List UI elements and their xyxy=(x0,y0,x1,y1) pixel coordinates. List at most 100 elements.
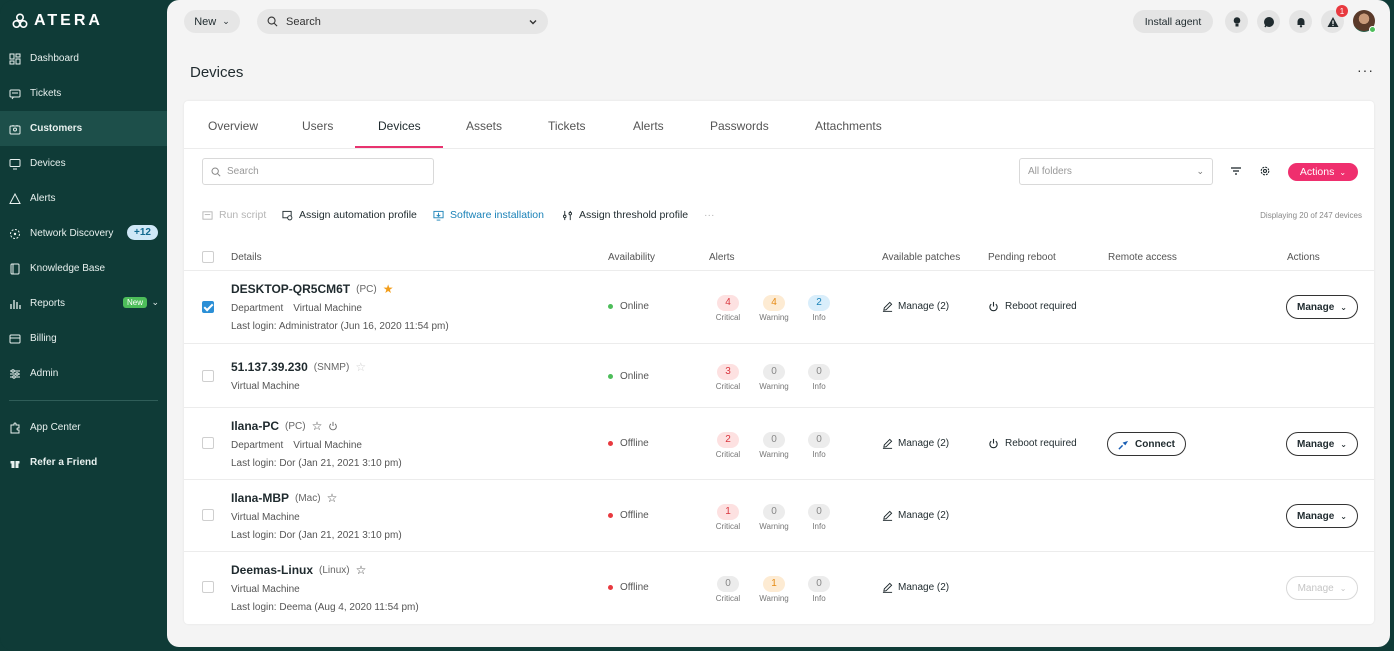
manage-button[interactable]: Manage ⌄ xyxy=(1286,576,1358,600)
assign-threshold-profile-button[interactable]: Assign threshold profile xyxy=(562,209,688,221)
page-more-options-icon[interactable]: ··· xyxy=(1357,62,1374,78)
sliders-icon xyxy=(10,368,20,379)
column-header-alerts[interactable]: Alerts xyxy=(709,252,735,263)
chat-button[interactable] xyxy=(1257,10,1280,33)
sidebar-item-tickets[interactable]: Tickets xyxy=(0,76,167,111)
critical-count: 0 xyxy=(717,576,739,592)
star-filled-icon[interactable]: ★ xyxy=(383,282,394,296)
device-search-input[interactable]: Search xyxy=(202,158,434,185)
connect-button[interactable]: Connect xyxy=(1107,432,1186,456)
availability-text: Online xyxy=(620,371,649,382)
table-row[interactable]: Ilana-PC (PC) ☆ Department Virtual Machin… xyxy=(184,408,1374,480)
column-header-remote-access[interactable]: Remote access xyxy=(1108,252,1177,263)
lightbulb-button[interactable] xyxy=(1225,10,1248,33)
pencil-icon xyxy=(882,301,893,312)
star-outline-icon[interactable]: ☆ xyxy=(355,360,366,374)
alert-counts[interactable]: 3 Critical 0 Warning 0 Info xyxy=(708,361,838,397)
table-row[interactable]: Deemas-Linux (Linux) ☆ Virtual Machine L… xyxy=(184,552,1374,624)
manage-button-label: Manage xyxy=(1297,301,1335,313)
tab-attachments[interactable]: Attachments xyxy=(815,119,882,133)
tab-assets[interactable]: Assets xyxy=(466,119,502,133)
alerts-button[interactable]: 1 xyxy=(1321,5,1348,33)
star-outline-icon[interactable]: ☆ xyxy=(356,563,367,577)
tab-devices[interactable]: Devices xyxy=(378,119,421,133)
alert-counts[interactable]: 2 Critical 0 Warning 0 Info xyxy=(708,429,838,465)
alert-counts[interactable]: 4 Critical 4 Warning 2 Info xyxy=(708,292,838,328)
user-avatar[interactable] xyxy=(1353,10,1376,33)
new-button[interactable]: New ⌄ xyxy=(184,10,240,33)
device-name[interactable]: DESKTOP-QR5CM6T (PC) ★ xyxy=(231,282,393,296)
install-agent-button[interactable]: Install agent xyxy=(1133,10,1213,33)
sidebar-item-label: Admin xyxy=(30,368,59,379)
star-outline-icon[interactable]: ☆ xyxy=(312,419,323,433)
filter-icon[interactable] xyxy=(1230,165,1242,177)
info-label: Info xyxy=(812,450,826,459)
run-script-button[interactable]: Run script xyxy=(202,209,266,221)
device-name[interactable]: Ilana-PC (PC) ☆ xyxy=(231,419,338,433)
puzzle-icon xyxy=(10,422,20,433)
device-tags: Department Virtual Machine xyxy=(231,440,372,451)
manage-patches-link[interactable]: Manage (2) xyxy=(882,510,949,521)
device-name[interactable]: Deemas-Linux (Linux) ☆ xyxy=(231,563,366,577)
notifications-button[interactable] xyxy=(1289,10,1312,33)
column-header-details[interactable]: Details xyxy=(231,252,262,263)
manage-button[interactable]: Manage ⌄ xyxy=(1286,504,1358,528)
tab-overview[interactable]: Overview xyxy=(208,119,258,133)
sidebar-item-knowledge-base[interactable]: Knowledge Base xyxy=(0,251,167,286)
tab-passwords[interactable]: Passwords xyxy=(710,119,769,133)
tab-tickets[interactable]: Tickets xyxy=(548,119,586,133)
manage-button[interactable]: Manage ⌄ xyxy=(1286,295,1358,319)
select-all-checkbox[interactable] xyxy=(202,251,214,263)
assign-automation-profile-button[interactable]: Assign automation profile xyxy=(282,209,417,221)
table-row[interactable]: DESKTOP-QR5CM6T (PC) ★ Department Virtual… xyxy=(184,271,1374,344)
manage-patches-link[interactable]: Manage (2) xyxy=(882,301,949,312)
row-checkbox[interactable] xyxy=(202,509,214,521)
row-checkbox[interactable] xyxy=(202,370,214,382)
sidebar-item-admin[interactable]: Admin xyxy=(0,356,167,391)
device-tag: Virtual Machine xyxy=(293,440,362,451)
sidebar-item-refer-a-friend[interactable]: Refer a Friend xyxy=(0,445,167,480)
manage-patches-link[interactable]: Manage (2) xyxy=(882,438,949,449)
pencil-icon xyxy=(882,438,893,449)
sidebar-item-reports[interactable]: Reports New ⌄ xyxy=(0,286,167,321)
row-checkbox[interactable] xyxy=(202,581,214,593)
warning-count: 0 xyxy=(763,364,785,380)
gear-icon[interactable] xyxy=(1259,165,1271,177)
actions-button[interactable]: Actions ⌄ xyxy=(1288,163,1358,181)
column-header-pending-reboot[interactable]: Pending reboot xyxy=(988,252,1056,263)
device-name[interactable]: Ilana-MBP (Mac) ☆ xyxy=(231,491,337,505)
column-header-patches[interactable]: Available patches xyxy=(882,252,960,263)
chat-icon xyxy=(1263,16,1274,27)
table-row[interactable]: Ilana-MBP (Mac) ☆ Virtual Machine Last l… xyxy=(184,480,1374,552)
sidebar-item-network-discovery[interactable]: Network Discovery +12 xyxy=(0,216,167,251)
sidebar-item-alerts[interactable]: Alerts xyxy=(0,181,167,216)
row-checkbox[interactable] xyxy=(202,437,214,449)
software-installation-button[interactable]: Software installation xyxy=(433,209,544,221)
chevron-down-icon[interactable]: ⌄ xyxy=(151,297,159,308)
sidebar-item-customers[interactable]: Customers xyxy=(0,111,167,146)
dashboard-icon xyxy=(9,53,21,64)
alert-counts[interactable]: 1 Critical 0 Warning 0 Info xyxy=(708,501,838,537)
reboot-required[interactable]: Reboot required xyxy=(988,438,1077,449)
device-name[interactable]: 51.137.39.230 (SNMP) ☆ xyxy=(231,360,366,374)
folders-select[interactable]: All folders ⌄ xyxy=(1019,158,1213,185)
atera-logo[interactable]: ATERA xyxy=(12,12,103,30)
manage-patches-link[interactable]: Manage (2) xyxy=(882,582,949,593)
sidebar-item-dashboard[interactable]: Dashboard xyxy=(0,41,167,76)
table-row[interactable]: 51.137.39.230 (SNMP) ☆ Virtual Machine O… xyxy=(184,344,1374,408)
warning-triangle-icon xyxy=(9,192,21,204)
tab-alerts[interactable]: Alerts xyxy=(633,119,664,133)
tab-users[interactable]: Users xyxy=(302,119,333,133)
more-actions-icon[interactable]: ··· xyxy=(704,209,715,221)
chevron-down-icon: ⌄ xyxy=(1339,583,1347,593)
star-outline-icon[interactable]: ☆ xyxy=(327,491,338,505)
reboot-required[interactable]: Reboot required xyxy=(988,301,1077,312)
column-header-availability[interactable]: Availability xyxy=(608,252,655,263)
manage-button[interactable]: Manage ⌄ xyxy=(1286,432,1358,456)
row-checkbox[interactable] xyxy=(202,301,214,313)
alert-counts[interactable]: 0 Critical 1 Warning 0 Info xyxy=(708,573,838,609)
sidebar-item-billing[interactable]: Billing xyxy=(0,321,167,356)
global-search[interactable]: Search xyxy=(257,9,548,34)
sidebar-item-app-center[interactable]: App Center xyxy=(0,410,167,445)
sidebar-item-devices[interactable]: Devices xyxy=(0,146,167,181)
